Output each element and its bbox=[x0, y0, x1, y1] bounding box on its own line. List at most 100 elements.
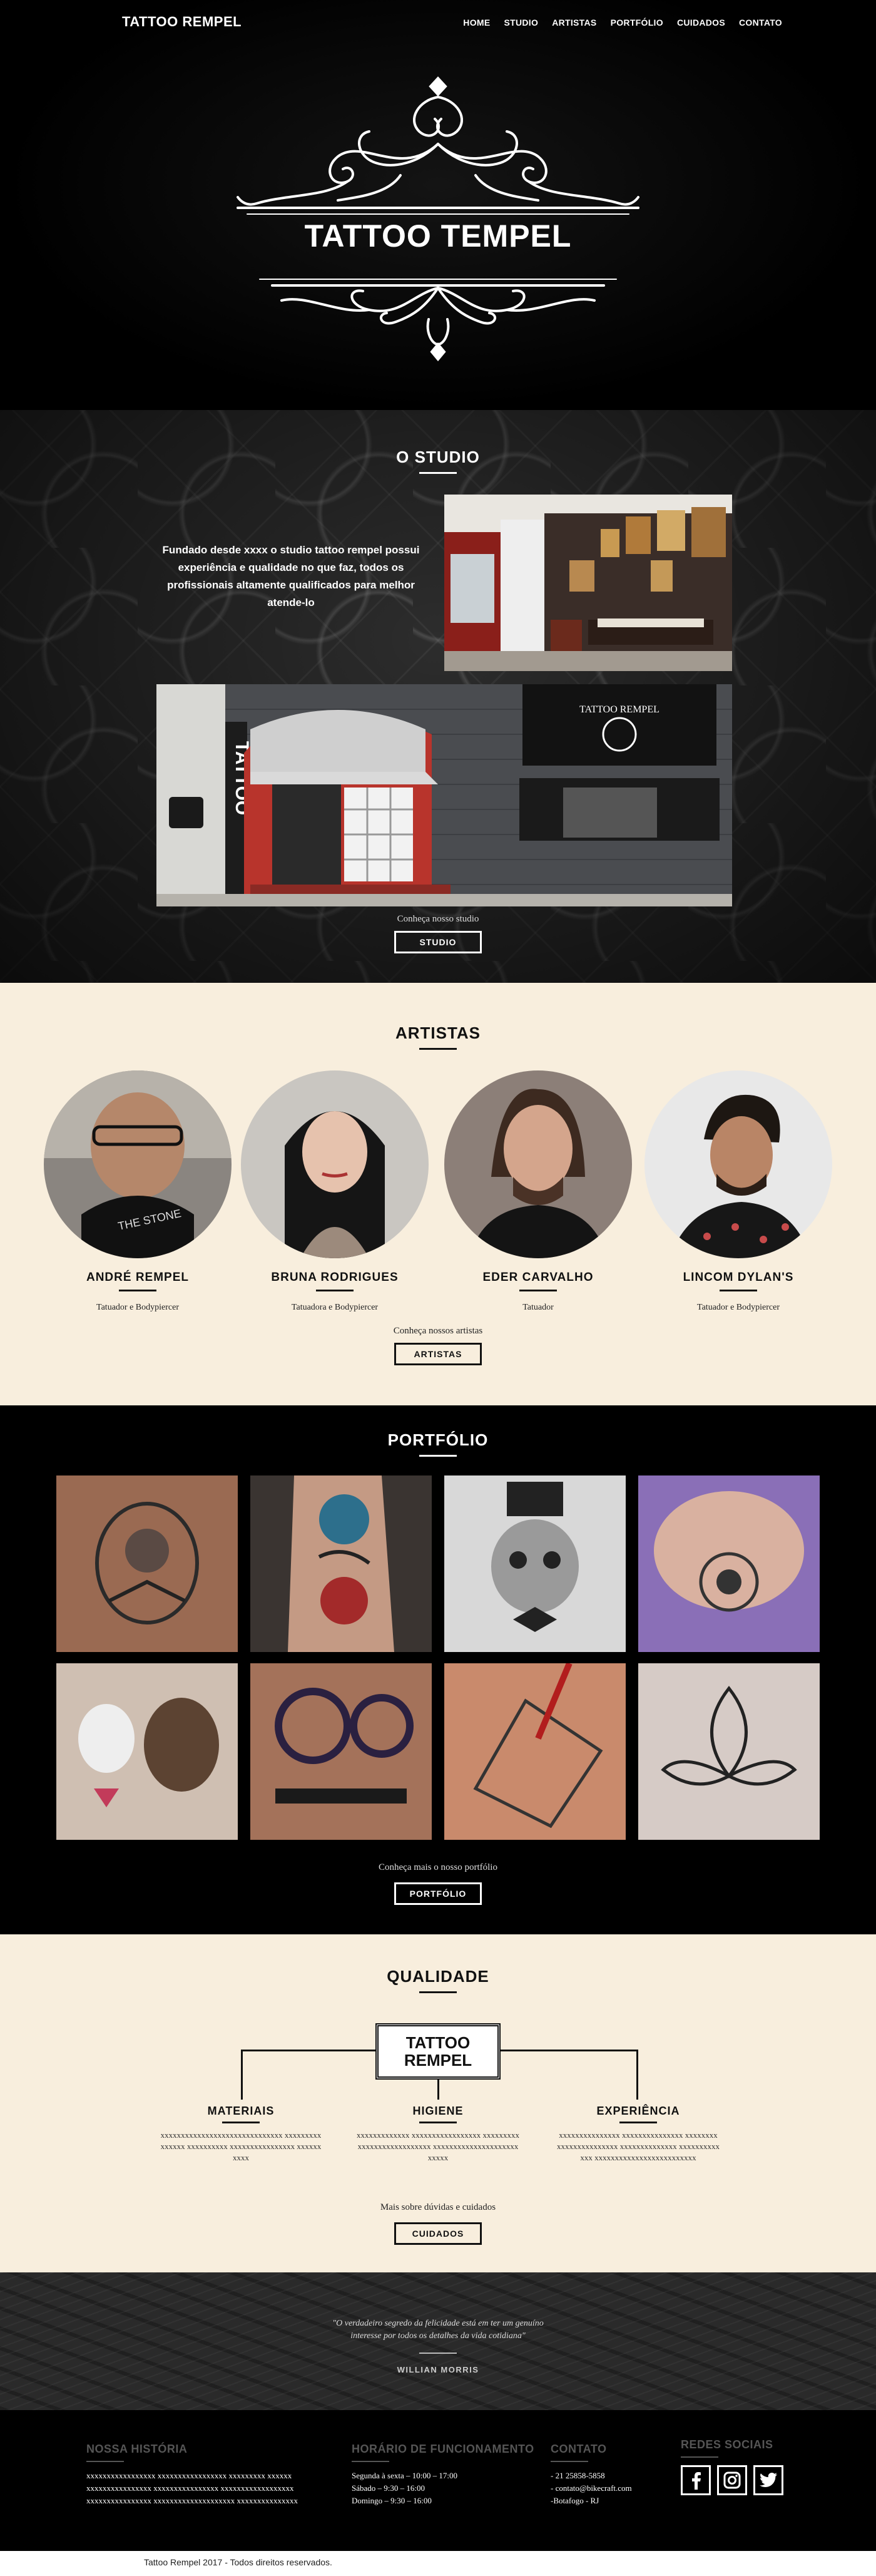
quality-title: HIGIENE bbox=[412, 2105, 464, 2117]
title-underline bbox=[419, 1991, 457, 1993]
artist-card[interactable]: EDER CARVALHO Tatuador bbox=[444, 1070, 632, 1313]
portfolio-item[interactable] bbox=[250, 1663, 432, 1840]
artist-name: LINCOM DYLAN'S bbox=[683, 1271, 794, 1284]
portfolio-item[interactable] bbox=[56, 1475, 238, 1652]
contact-email[interactable]: - contato@bikecraft.com bbox=[551, 2482, 632, 2495]
quality-underline bbox=[619, 2122, 657, 2123]
studio-title-text: O STUDIO bbox=[396, 448, 480, 466]
studio-section: O STUDIO Fundado desde xxxx o studio tat… bbox=[0, 410, 876, 983]
footer-underline bbox=[352, 2461, 389, 2462]
studio-cta-text: Conheça nosso studio bbox=[397, 914, 479, 924]
contact-phone: - 21 25858-5858 bbox=[551, 2471, 605, 2480]
artist-card[interactable]: LINCOM DYLAN'S Tatuador e Bodypiercer bbox=[644, 1070, 832, 1313]
artist-name: EDER CARVALHO bbox=[482, 1271, 594, 1284]
footer-underline bbox=[551, 2461, 588, 2462]
connector-line bbox=[501, 2050, 638, 2051]
brand-logo[interactable]: TATTOO REMPEL bbox=[122, 14, 242, 30]
connector-line bbox=[241, 2050, 243, 2100]
artistas-title-text: ARTISTAS bbox=[395, 1024, 481, 1042]
footer-historia: NOSSA HISTÓRIA xxxxxxxxxxxxxxxxx xxxxxxx… bbox=[86, 2443, 298, 2507]
portfolio-item[interactable] bbox=[444, 1475, 626, 1652]
footer-horario: HORÁRIO DE FUNCIONAMENTO Segunda à sexta… bbox=[352, 2443, 534, 2507]
studio-title: O STUDIO bbox=[0, 448, 876, 474]
instagram-icon[interactable] bbox=[717, 2465, 747, 2495]
facebook-icon[interactable] bbox=[681, 2465, 711, 2495]
nav-contato[interactable]: CONTATO bbox=[739, 18, 782, 28]
title-underline bbox=[419, 1455, 457, 1457]
footer-redes: REDES SOCIAIS bbox=[681, 2438, 783, 2495]
artist-name: ANDRÉ REMPEL bbox=[86, 1271, 189, 1284]
portfolio-item[interactable] bbox=[444, 1663, 626, 1840]
portfolio-title: PORTFÓLIO bbox=[0, 1430, 876, 1457]
studio-front-photo: TATTOO TATTOO REMPEL bbox=[156, 684, 732, 906]
main-nav: HOME STUDIO ARTISTAS PORTFÓLIO CUIDADOS … bbox=[463, 18, 782, 28]
quality-item: MATERIAIS xxxxxxxxxxxxxxxxxxxxxxxxxxxxxx… bbox=[160, 2105, 322, 2163]
portfolio-title-text: PORTFÓLIO bbox=[387, 1430, 489, 1449]
name-underline bbox=[519, 1290, 557, 1291]
artistas-title: ARTISTAS bbox=[0, 1024, 876, 1050]
quote-line-2: interesse por todos os detalhes da vida … bbox=[350, 2331, 526, 2341]
footer-text: xxxxxxxxxxxxxxxxx xxxxxxxxxxxxxxxxx xxxx… bbox=[86, 2471, 292, 2480]
footer-text: xxxxxxxxxxxxxxxx xxxxxxxxxxxxxxxxxxxx xx… bbox=[86, 2496, 298, 2505]
avatar bbox=[644, 1070, 832, 1258]
artist-role: Tatuadora e Bodypiercer bbox=[291, 1303, 379, 1312]
cuidados-button[interactable]: CUIDADOS bbox=[394, 2222, 482, 2245]
quality-desc: xxxxxxxxxxxxxxxxxxxxxxxxxxxxxx xxxxxxxxx… bbox=[160, 2130, 322, 2162]
nav-studio[interactable]: STUDIO bbox=[504, 18, 538, 28]
tattoo-rempel-box: TATTOO REMPEL bbox=[375, 2023, 501, 2080]
artist-card[interactable]: BRUNA RODRIGUES Tatuadora e Bodypiercer bbox=[241, 1070, 429, 1313]
connector-line bbox=[636, 2050, 638, 2100]
social-links bbox=[681, 2465, 783, 2495]
studio-description: Fundado desde xxxx o studio tattoo rempe… bbox=[162, 544, 420, 608]
qualidade-section: QUALIDADE TATTOO REMPEL MATERIAIS xxxxxx… bbox=[0, 1934, 876, 2272]
hero-section: TATTOO REMPEL HOME STUDIO ARTISTAS PORTF… bbox=[0, 0, 876, 410]
qualidade-cta-text: Mais sobre dúvidas e cuidados bbox=[380, 2202, 496, 2212]
footer-text: Segunda à sexta – 10:00 – 17:00 bbox=[352, 2471, 457, 2480]
awning-text: TATTOO REMPEL bbox=[579, 704, 660, 715]
ornament-frame bbox=[237, 76, 639, 362]
quality-desc: xxxxxxxxxxxxx xxxxxxxxxxxxxxxxx xxxxxxxx… bbox=[357, 2130, 519, 2162]
qualidade-title-text: QUALIDADE bbox=[387, 1967, 489, 1986]
copyright-bar: Tattoo Rempel 2017 - Todos direitos rese… bbox=[0, 2551, 876, 2576]
portfolio-item[interactable] bbox=[250, 1475, 432, 1652]
title-underline bbox=[419, 1048, 457, 1050]
quote-author: WILLIAN MORRIS bbox=[397, 2365, 479, 2374]
footer-underline bbox=[86, 2461, 124, 2462]
avatar bbox=[241, 1070, 429, 1258]
connector-line bbox=[437, 2080, 439, 2100]
footer-text: Sábado – 9:30 – 16:00 bbox=[352, 2483, 425, 2493]
artist-name: BRUNA RODRIGUES bbox=[271, 1271, 399, 1284]
footer-text: Domingo – 9:30 – 16:00 bbox=[352, 2496, 432, 2505]
artistas-cta-text: Conheça nossos artistas bbox=[393, 1326, 483, 1336]
quality-underline bbox=[419, 2122, 457, 2123]
copyright-text: Tattoo Rempel 2017 - Todos direitos rese… bbox=[144, 2557, 332, 2567]
portfolio-button[interactable]: PORTFÓLIO bbox=[394, 1882, 482, 1905]
quote-section: "O verdadeiro segredo da felicidade está… bbox=[0, 2272, 876, 2410]
portfolio-section: PORTFÓLIO Conheça mais o nosso portfólio… bbox=[0, 1405, 876, 1934]
portfolio-item[interactable] bbox=[638, 1663, 820, 1840]
quality-desc: xxxxxxxxxxxxxxx xxxxxxxxxxxxxxx xxxxxxxx… bbox=[557, 2130, 720, 2162]
footer-text: xxxxxxxxxxxxxxxx xxxxxxxxxxxxxxxx xxxxxx… bbox=[86, 2483, 294, 2493]
footer-heading: REDES SOCIAIS bbox=[681, 2438, 773, 2451]
quality-item: EXPERIÊNCIA xxxxxxxxxxxxxxx xxxxxxxxxxxx… bbox=[557, 2105, 720, 2163]
quality-title: MATERIAIS bbox=[207, 2105, 275, 2117]
qualidade-title: QUALIDADE bbox=[0, 1967, 876, 1993]
title-underline bbox=[419, 472, 457, 474]
quote-text: "O verdadeiro segredo da felicidade está… bbox=[0, 2317, 876, 2343]
portfolio-item[interactable] bbox=[638, 1475, 820, 1652]
nav-home[interactable]: HOME bbox=[463, 18, 490, 28]
nav-artistas[interactable]: ARTISTAS bbox=[552, 18, 596, 28]
quote-divider bbox=[419, 2353, 457, 2354]
quality-underline bbox=[222, 2122, 260, 2123]
portfolio-item[interactable] bbox=[56, 1663, 238, 1840]
artistas-button[interactable]: ARTISTAS bbox=[394, 1343, 482, 1365]
studio-button[interactable]: STUDIO bbox=[394, 931, 482, 953]
connector-line bbox=[241, 2050, 375, 2051]
artist-card[interactable]: THE STONE ANDRÉ REMPEL Tatuador e Bodypi… bbox=[44, 1070, 232, 1313]
footer-underline bbox=[681, 2456, 718, 2458]
studio-interior-photo bbox=[444, 495, 732, 671]
nav-cuidados[interactable]: CUIDADOS bbox=[677, 18, 725, 28]
twitter-icon[interactable] bbox=[753, 2465, 783, 2495]
quality-item: HIGIENE xxxxxxxxxxxxx xxxxxxxxxxxxxxxxx … bbox=[357, 2105, 519, 2163]
nav-portfolio[interactable]: PORTFÓLIO bbox=[611, 18, 663, 28]
